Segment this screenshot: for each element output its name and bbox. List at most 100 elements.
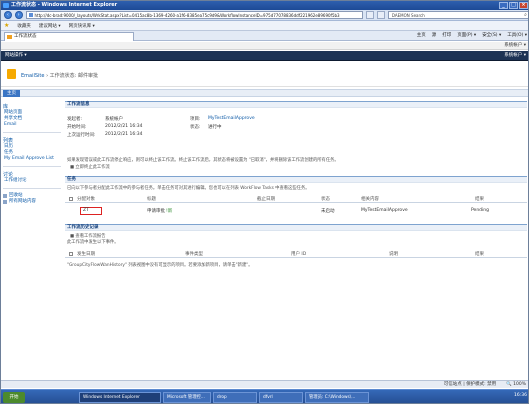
terminate-notice: 如果发现错误或此工作流停止响应，则可以终止该工作流。终止该工作流后，其状态将被设… [67, 158, 339, 163]
status-right: 可信站点 | 保护模式: 禁用 🔍 100% [444, 381, 526, 388]
history-empty-text: "GroupCityFlowWanHistory" 列表视图中没有可显示的项目。… [67, 263, 253, 268]
search-icon[interactable]: ⌕ [524, 12, 527, 19]
start-time-label: 开始时间: [67, 125, 87, 130]
favorites-item-webslice[interactable]: 网页快讯库 ▾ [69, 23, 95, 29]
col-due[interactable]: 截止日期 [257, 196, 275, 202]
favorites-star-icon[interactable]: ★ [4, 22, 9, 29]
select-all-checkbox[interactable] [69, 197, 73, 201]
item-label: 项目: [190, 117, 201, 122]
forward-button[interactable]: › [14, 11, 23, 19]
taskbar-item-mmc[interactable]: Microsoft 管理控... [163, 392, 211, 403]
col-related[interactable]: 相关内容 [361, 196, 379, 202]
security-zone[interactable]: 可信站点 | 保护模式: 禁用 [444, 381, 496, 388]
new-badge: !新 [166, 209, 173, 214]
ql-item-team-discussion[interactable]: 工作组讨论 [3, 178, 61, 184]
start-button[interactable]: 开始 [3, 392, 25, 403]
back-button[interactable]: ‹ [4, 11, 12, 19]
ie-icon [3, 3, 9, 8]
task-assignee[interactable]: ZT [83, 208, 89, 213]
task-outcome: Pending [471, 208, 489, 213]
page-menu[interactable]: 页面(P) ▾ [457, 32, 476, 38]
favorites-label[interactable]: 收藏夹 [17, 23, 31, 29]
all-content-label: 所有网站内容 [9, 199, 36, 204]
window-title: 工作流状态 - Windows Internet Explorer [11, 2, 118, 8]
status-bar: 可信站点 | 保护模式: 禁用 🔍 100% [1, 380, 528, 388]
ql-item-email-approve-list[interactable]: My Email Approve List [3, 156, 61, 162]
tab-workflow-status[interactable]: 工作流状态 [4, 32, 134, 41]
taskbar-item-cmd[interactable]: 管理员: C:\Windows\... [305, 392, 369, 403]
col-title[interactable]: 标题 [147, 196, 156, 202]
history-header: 工作流历史记录 [65, 224, 527, 231]
url-field[interactable]: http://dc-brad:9000/_layouts/WrkStat.asp… [25, 11, 364, 19]
top-link-bar: 主页 [1, 89, 528, 97]
favorites-bar: ★ 收藏夹 建议网站 ▾ 网页快讯库 ▾ [1, 21, 528, 31]
task-title[interactable]: 申请审批 [147, 208, 165, 214]
sp-user-bar: 系统帐户 ▾ [1, 42, 528, 50]
tools-menu[interactable]: 工具(O) ▾ [507, 32, 527, 38]
maximize-button[interactable]: □ [509, 2, 518, 9]
quick-launch: 库 网站页面 共享文档 Email 列表 日历 任务 My Email Appr… [3, 100, 61, 370]
col-outcome[interactable]: 结果 [475, 196, 484, 202]
divider [3, 188, 61, 189]
sp-ribbon-bar: 网站操作 ▾ 系统帐户 ▾ [1, 51, 528, 61]
status-label: 状态: [190, 125, 201, 130]
search-placeholder: DAEMON Search [391, 13, 425, 18]
zoom-level[interactable]: 🔍 100% [506, 381, 526, 388]
divider [3, 132, 61, 133]
tab-home[interactable]: 主页 [3, 90, 20, 97]
user-menu-dark[interactable]: 系统帐户 ▾ [504, 51, 526, 61]
initiator-label: 发起者: [67, 117, 83, 122]
tasks-table-header: 分配对象 标题 截止日期 状态 相关内容 结果 [65, 195, 527, 203]
history-description: 此工作流中发生以下事件。 [67, 240, 119, 245]
window-titlebar: 工作流状态 - Windows Internet Explorer _ □ × [1, 1, 528, 10]
feeds-command[interactable]: 源 [432, 32, 437, 38]
col-event-type[interactable]: 事件类型 [185, 251, 203, 257]
safety-menu[interactable]: 安全(S) ▾ [482, 32, 501, 38]
status-value: 进行中 [208, 125, 222, 130]
print-command[interactable]: 打印 [442, 32, 451, 38]
col-status[interactable]: 状态 [321, 196, 330, 202]
favorites-item-suggested[interactable]: 建议网站 ▾ [39, 23, 61, 29]
workflow-info-header: 工作流信息 [65, 101, 527, 108]
tasks-description: 已向以下参与者分配此工作流中的参与者任务。单击任务可对其进行编辑。您也可以在列表… [67, 186, 310, 191]
minimize-button[interactable]: _ [499, 2, 508, 9]
start-time-value: 2012/2/21 16:34 [105, 124, 143, 129]
col-description[interactable]: 说明 [389, 251, 398, 257]
last-run-label: 上次运行时间: [67, 133, 96, 138]
history-table-header: 发生日期 事件类型 用户 ID 说明 结果 [65, 250, 527, 258]
taskbar-item-drop[interactable]: drop [213, 392, 257, 403]
task-related[interactable]: MyTestEmailApprove [361, 208, 408, 213]
page-title: 工作流状态: 邮件审批 [49, 73, 98, 79]
ql-all-site-content[interactable]: 所有网站内容 [3, 199, 61, 205]
history-checkbox[interactable] [69, 252, 73, 256]
home-command[interactable]: 主页 [417, 32, 426, 38]
ql-discussions-head[interactable]: 讨论 [3, 171, 61, 178]
command-bar: 主页 源 打印 页面(P) ▾ 安全(S) ▾ 工具(O) ▾ [417, 32, 527, 38]
col-history-outcome[interactable]: 结果 [475, 251, 484, 257]
search-input[interactable]: DAEMON Search ⌕ [387, 11, 528, 19]
recycle-bin-icon [3, 194, 7, 198]
site-logo-icon [7, 69, 16, 79]
ql-lists-head[interactable]: 列表 [3, 137, 61, 144]
main-content: 工作流信息 发起者: 系统帐户 开始时间: 2012/2/21 16:34 上次… [65, 100, 527, 370]
terminate-workflow-link[interactable]: ■ 立即终止此工作流 [70, 164, 110, 170]
col-assignee[interactable]: 分配对象 [77, 196, 95, 202]
ql-item-email[interactable]: Email [3, 122, 61, 128]
taskbar-item-ie[interactable]: Windows Internet Explorer [79, 392, 161, 403]
col-date[interactable]: 发生日期 [77, 251, 95, 257]
refresh-button[interactable] [366, 11, 375, 19]
site-actions-menu[interactable]: 网站操作 ▾ [1, 53, 27, 58]
user-menu[interactable]: 系统帐户 ▾ [504, 42, 526, 50]
taskbar-item-dfvrl[interactable]: dfvrl [259, 392, 303, 403]
breadcrumb-site[interactable]: EmailSite [21, 73, 44, 79]
taskbar-clock[interactable]: 16:36 [514, 393, 527, 398]
tasks-header: 任务 [65, 176, 527, 183]
last-run-value: 2012/2/21 16:34 [105, 132, 143, 137]
close-button[interactable]: × [519, 2, 528, 9]
col-user-id[interactable]: 用户 ID [291, 251, 306, 257]
ql-libraries-head[interactable]: 库 [3, 103, 61, 110]
taskbar: 开始 Windows Internet Explorer Microsoft 管… [1, 389, 528, 403]
item-link[interactable]: MyTestEmailApprove [208, 116, 255, 121]
initiator-value: 系统帐户 [105, 117, 123, 122]
stop-button[interactable] [377, 11, 385, 19]
